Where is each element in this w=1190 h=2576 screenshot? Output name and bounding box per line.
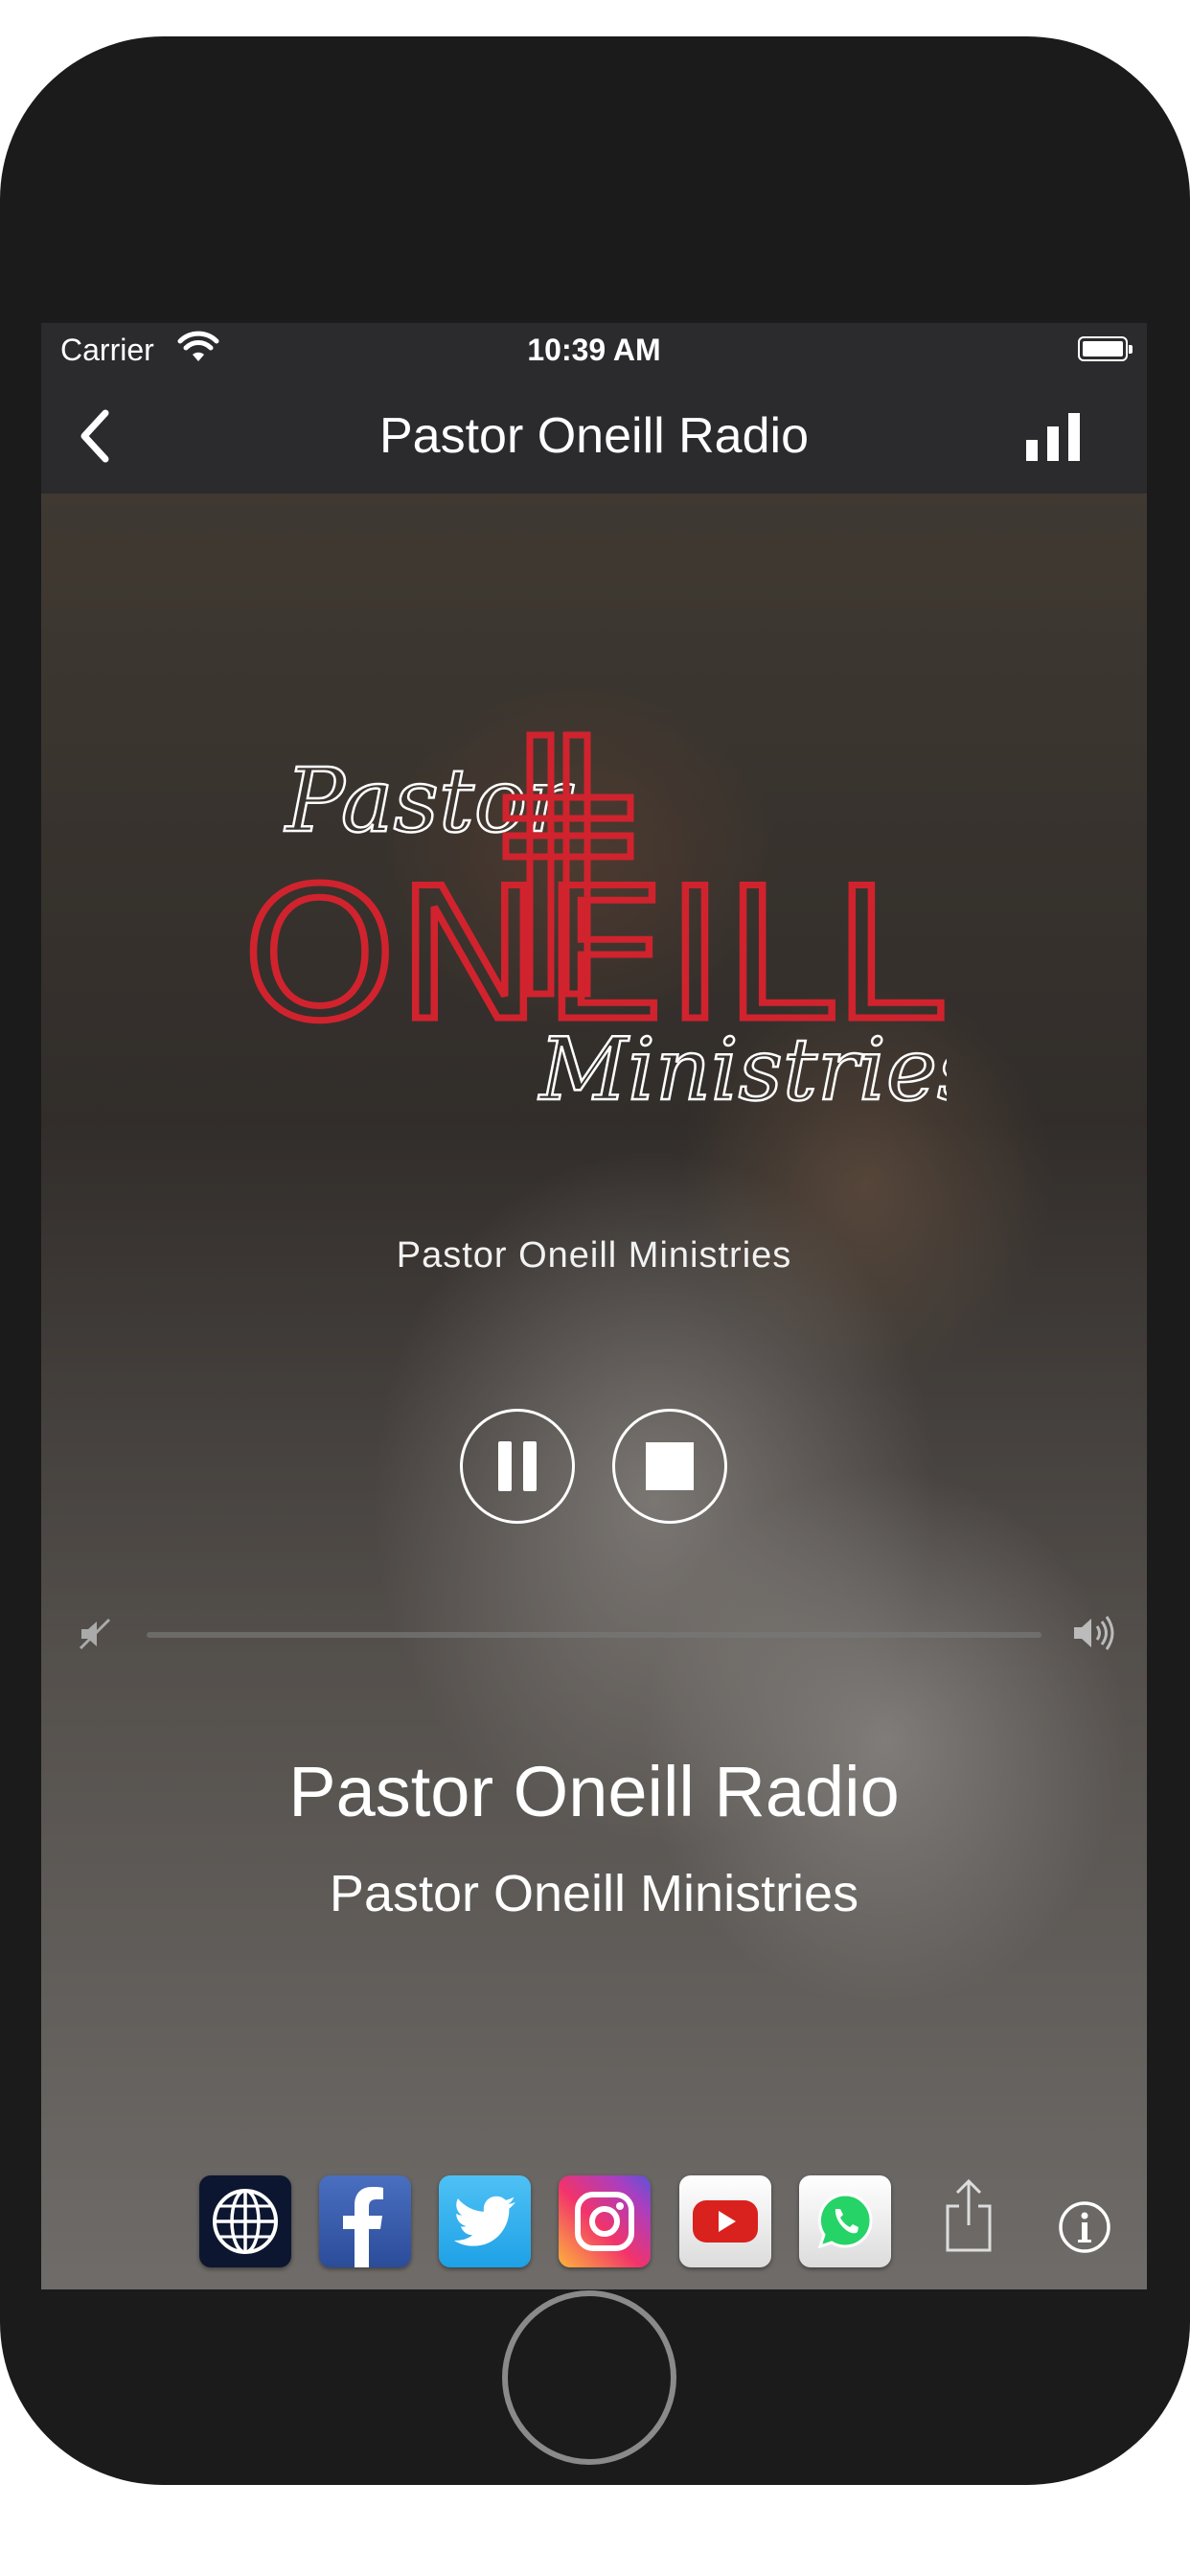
facebook-icon [343,2187,383,2267]
clock: 10:39 AM [527,333,661,367]
pause-icon-bar [523,1441,537,1491]
instagram-icon [575,2192,634,2251]
volume-mute-icon [79,1618,111,1650]
logo-ministries-text: Ministries [538,1020,947,1120]
ministry-logo: Pastor ONEILL Ministries [240,731,947,1121]
volume-slider[interactable] [147,1632,1041,1638]
globe-icon [213,2189,278,2254]
battery-icon [1078,336,1133,361]
info-icon[interactable] [1058,2200,1111,2254]
facebook-button[interactable] [319,2175,411,2267]
equalizer-icon[interactable] [1024,411,1082,461]
whatsapp-button[interactable] [799,2175,891,2267]
station-caption: Pastor Oneill Ministries [396,1235,792,1276]
instagram-button[interactable] [559,2175,651,2267]
youtube-button[interactable] [679,2175,771,2267]
home-button[interactable] [502,2290,676,2465]
website-button[interactable] [199,2175,291,2267]
phone-frame: Carrier 10:39 AM Pastor Oneill Radio Pas… [0,36,1190,2485]
status-bar: Carrier 10:39 AM [41,323,1147,379]
youtube-icon [693,2200,758,2242]
pause-button[interactable] [460,1409,575,1524]
stop-button[interactable] [612,1409,727,1524]
twitter-icon [453,2196,516,2246]
page-title: Pastor Oneill Radio [379,408,809,464]
now-playing-subtitle: Pastor Oneill Ministries [329,1865,859,1922]
whatsapp-icon [817,2193,873,2249]
volume-max-icon [1074,1616,1114,1650]
navigation-bar: Pastor Oneill Radio [41,379,1147,494]
share-icon[interactable] [940,2177,997,2254]
pause-icon [498,1441,512,1491]
twitter-button[interactable] [439,2175,531,2267]
app-screen: Carrier 10:39 AM Pastor Oneill Radio Pas… [41,323,1147,2289]
now-playing-title: Pastor Oneill Radio [288,1752,900,1831]
stop-icon [646,1442,694,1490]
